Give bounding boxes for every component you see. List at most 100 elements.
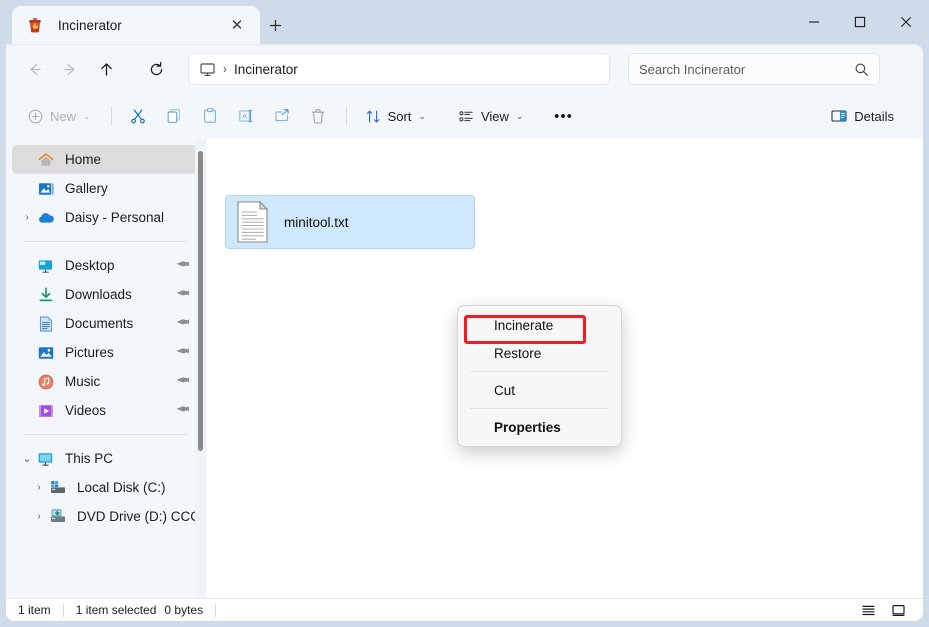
refresh-icon [150,61,162,75]
chevron-down-icon[interactable]: ⌄ [18,452,36,465]
context-menu-item-properties[interactable]: Properties [462,413,617,441]
sidebar-item-desktop[interactable]: Desktop [12,251,198,280]
sidebar-item-this-pc[interactable]: ⌄ This PC [12,444,198,473]
command-toolbar: New ⌄ A Sort ⌄ View ⌄ ••• Details [6,93,923,139]
sidebar-item-label: Desktop [65,258,115,273]
tab-close-icon[interactable]: ✕ [224,12,250,38]
tab-incinerator[interactable]: Incinerator ✕ [12,6,260,44]
status-divider-2 [215,603,217,617]
toolbar-divider [110,106,112,126]
view-button[interactable]: View ⌄ [449,100,533,132]
pin-icon[interactable] [173,283,196,306]
home-icon [36,150,56,170]
pin-icon[interactable] [173,399,196,422]
back-button[interactable] [18,53,50,85]
navigation-bar: › Incinerator Search Incinerator [6,45,923,93]
pin-icon[interactable] [173,341,196,364]
chevron-right-icon[interactable]: › [18,212,36,223]
minimize-button[interactable] [791,0,837,44]
up-button[interactable] [90,53,122,85]
share-button[interactable] [265,100,299,132]
pin-icon[interactable] [173,312,196,335]
status-bar: 1 item 1 item selected 0 bytes [6,598,923,621]
sidebar-item-label: Local Disk (C:) [77,480,166,495]
sidebar-item-label: Videos [65,403,107,418]
status-item-count: 1 item [18,603,51,617]
search-icon [854,62,869,77]
sidebar-item-daisy-personal[interactable]: › Daisy - Personal [12,203,198,232]
chevron-right-icon[interactable]: › [30,482,48,493]
file-item-minitool[interactable]: minitool.txt [225,195,475,249]
svg-text:A: A [242,113,247,120]
forward-button[interactable] [54,53,86,85]
file-list-view[interactable]: minitool.txt Incinerate Restore Cut Propert… [207,139,923,599]
details-view-toggle[interactable] [855,601,881,620]
sidebar-item-local-disk-c[interactable]: › Local Disk (C:) [12,473,198,502]
window-body: › Incinerator Search Incinerator New ⌄ A… [6,44,923,621]
large-icons-view-toggle[interactable] [885,601,911,620]
more-options-button[interactable]: ••• [546,100,580,132]
file-explorer-window: Incinerator ✕ › Incinerator Search Incin… [0,0,929,627]
search-input[interactable]: Search Incinerator [639,62,854,77]
trash-icon [309,107,327,125]
sidebar-divider [24,434,188,435]
sidebar-item-documents[interactable]: Documents [12,309,198,338]
context-menu-item-cut[interactable]: Cut [462,376,617,404]
sidebar-item-pictures[interactable]: Pictures [12,338,198,367]
incinerator-bin-icon [26,16,44,34]
pin-icon[interactable] [173,370,196,393]
chevron-down-icon: ⌄ [418,110,426,121]
close-icon [901,17,911,27]
close-button[interactable] [883,0,929,44]
copy-icon [165,107,183,125]
minimize-icon [809,21,819,23]
new-button[interactable]: New ⌄ [18,100,100,132]
details-pane-icon [830,107,848,125]
large-icons-view-icon [891,604,905,616]
tab-label: Incinerator [58,17,122,33]
sidebar-item-dvd-drive-d-cccom[interactable]: › DVD Drive (D:) CCCOM [12,502,198,531]
chevron-right-icon[interactable]: › [30,511,48,522]
address-bar[interactable]: › Incinerator [188,53,610,85]
copy-button[interactable] [157,100,191,132]
sort-button[interactable]: Sort ⌄ [356,100,435,132]
rename-button[interactable]: A [229,100,263,132]
delete-button[interactable] [301,100,335,132]
sidebar-item-gallery[interactable]: Gallery [12,174,198,203]
pin-icon[interactable] [173,254,196,277]
sidebar-divider [24,241,188,242]
window-controls [791,0,929,44]
maximize-button[interactable] [837,0,883,44]
new-button-label: New [50,108,77,124]
sidebar-item-home[interactable]: Home [12,145,198,174]
details-pane-button[interactable]: Details [821,100,903,132]
rename-icon: A [237,107,255,125]
plus-icon [269,19,281,31]
context-menu-item-incinerate[interactable]: Incinerate [462,311,617,339]
cut-button[interactable] [121,100,155,132]
paste-button[interactable] [193,100,227,132]
context-menu-item-restore[interactable]: Restore [462,339,617,367]
this-pc-monitor-icon [199,61,216,78]
context-menu[interactable]: Incinerate Restore Cut Properties [457,305,622,447]
onedrive-icon [36,208,56,228]
sidebar-item-videos[interactable]: Videos [12,396,198,425]
view-button-label: View [480,108,509,124]
disk-icon [48,478,68,498]
chevron-down-icon: ⌄ [83,110,91,121]
documents-icon [36,314,56,334]
sidebar-item-downloads[interactable]: Downloads [12,280,198,309]
gallery-icon [36,179,56,199]
breadcrumb-separator: › [223,62,227,76]
back-arrow-icon [29,63,41,75]
sidebar-item-label: This PC [65,451,114,466]
search-box[interactable]: Search Incinerator [628,53,880,85]
title-bar: Incinerator ✕ [0,0,929,44]
new-tab-button[interactable] [262,12,288,38]
sidebar-item-music[interactable]: Music [12,367,198,396]
chevron-down-icon: ⌄ [515,110,524,121]
refresh-button[interactable] [140,53,172,85]
sidebar-scrollbar-thumb[interactable] [198,151,203,451]
sidebar-item-label: Music [65,374,101,389]
forward-arrow-icon [63,63,75,75]
